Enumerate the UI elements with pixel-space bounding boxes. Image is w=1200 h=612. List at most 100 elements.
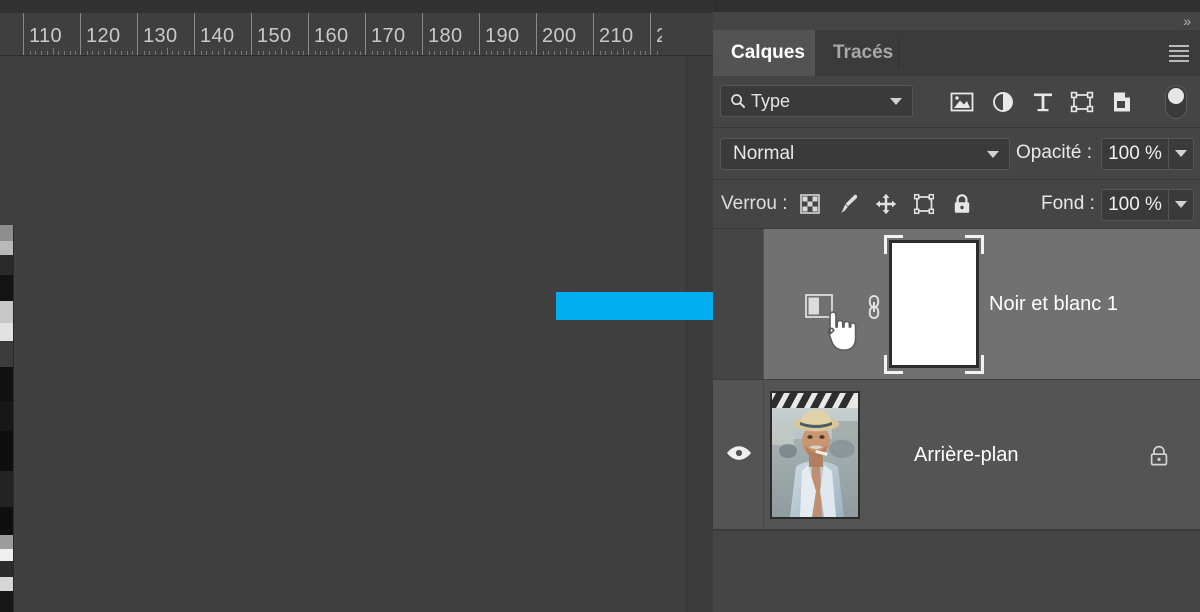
ruler-label: 210 — [599, 25, 634, 47]
image-band — [0, 241, 13, 255]
layer-visibility-target-icon[interactable] — [804, 292, 836, 320]
image-band — [0, 471, 13, 507]
layer-name: Noir et blanc 1 — [989, 293, 1118, 315]
opacity-stepper-button[interactable] — [1169, 138, 1194, 170]
ruler-minor-ticks — [366, 47, 422, 55]
lock-image-brush-icon[interactable] — [837, 192, 861, 216]
filter-type-icon[interactable] — [1030, 90, 1056, 114]
lock-transparency-icon[interactable] — [798, 192, 822, 216]
ruler-tail — [662, 13, 713, 56]
image-band — [0, 591, 13, 612]
image-band — [0, 275, 13, 301]
lock-artboard-nesting-icon[interactable] — [912, 192, 936, 216]
ruler-label: 190 — [485, 25, 520, 47]
image-band — [0, 401, 13, 431]
ruler-tick: 140 — [194, 13, 251, 55]
image-band — [0, 301, 13, 323]
tab-divider — [898, 38, 899, 68]
ruler-label: 140 — [200, 25, 235, 47]
chevron-down-icon — [890, 98, 902, 105]
image-band — [0, 367, 13, 401]
ruler-minor-ticks — [651, 47, 662, 55]
ruler-label: 160 — [314, 25, 349, 47]
blend-mode-row: Normal Opacité : 100 % — [713, 128, 1200, 180]
ruler-minor-ticks — [252, 47, 308, 55]
ruler-minor-ticks — [594, 47, 650, 55]
document-window: 110 120 130 140 150 160 170 180 190 200 210 22 — [0, 0, 713, 612]
lock-label: Verrou : — [721, 193, 788, 214]
layer-thumbnail[interactable] — [770, 391, 860, 519]
filter-enable-toggle[interactable] — [1165, 85, 1187, 119]
ruler-tick: 120 — [80, 13, 137, 55]
chevron-down-icon — [987, 151, 999, 158]
layers-panel: » Calques Tracés Type Normal Opacité: 1… — [713, 0, 1200, 612]
layer-name: Arrière-plan — [914, 444, 1019, 466]
layer-mask-thumbnail-wrapper — [881, 235, 987, 374]
lock-position-move-icon[interactable] — [874, 192, 898, 216]
ruler-tick: 130 — [137, 13, 194, 55]
image-band — [0, 225, 13, 241]
opacity-label: Opacité : — [1016, 142, 1093, 163]
panel-collapse-row: » — [713, 12, 1200, 30]
ruler-minor-ticks — [309, 47, 365, 55]
ruler-tick: 150 — [251, 13, 308, 55]
fill-input[interactable]: 100 % — [1101, 189, 1169, 221]
ruler-minor-ticks — [423, 47, 479, 55]
chevron-double-right-icon[interactable]: » — [1183, 12, 1191, 30]
ruler-label: 110 — [29, 25, 63, 47]
ruler-minor-ticks — [24, 47, 80, 55]
panel-menu-icon[interactable] — [1166, 43, 1192, 63]
chevron-down-icon — [1175, 201, 1187, 208]
selection-bracket-top-right — [965, 235, 984, 254]
tab-calques[interactable]: Calques — [713, 30, 823, 76]
opacity-input[interactable]: 100 % — [1101, 138, 1169, 170]
filter-type-value: Type — [751, 91, 791, 111]
canvas-area[interactable] — [0, 56, 685, 612]
panel-bottom-area — [713, 530, 1200, 612]
image-band — [0, 561, 13, 577]
ruler-tick: 170 — [365, 13, 422, 55]
table-row[interactable]: Noir et blanc 1 — [713, 229, 1200, 380]
selection-bracket-top-left — [884, 235, 903, 254]
filter-shape-icon[interactable] — [1069, 90, 1095, 114]
ruler-minor-ticks — [537, 47, 593, 55]
table-row[interactable]: Arrière-plan — [713, 380, 1200, 530]
image-band — [0, 577, 13, 591]
lock-row: Verrou : Fond: 100 % — [713, 180, 1200, 229]
selection-bracket-bottom-right — [965, 355, 984, 374]
padlock-icon[interactable] — [1146, 443, 1172, 469]
lock-all-padlock-icon[interactable] — [950, 192, 974, 216]
ruler-tick: 22 — [650, 13, 662, 55]
filter-type-dropdown[interactable]: Type — [720, 85, 913, 117]
image-band — [0, 341, 13, 367]
image-band — [0, 431, 13, 471]
chevron-down-icon — [1175, 150, 1187, 157]
toggle-knob — [1168, 88, 1184, 104]
ruler-label: 150 — [257, 25, 292, 47]
filter-adjustment-icon[interactable] — [990, 90, 1016, 114]
ruler-label: 170 — [371, 25, 406, 47]
opacity-value: 100 % — [1108, 143, 1162, 164]
visibility-column — [713, 229, 764, 379]
layer-filter-row: Type — [713, 76, 1200, 128]
ruler-tick: 110 — [23, 13, 80, 55]
fill-stepper-button[interactable] — [1169, 189, 1194, 221]
filter-smartobject-icon[interactable] — [1109, 90, 1135, 114]
image-band — [0, 323, 13, 341]
image-band — [0, 255, 13, 275]
panel-tab-strip: Calques Tracés — [713, 30, 1200, 76]
eye-icon[interactable] — [725, 443, 753, 463]
blend-mode-dropdown[interactable]: Normal — [720, 138, 1010, 170]
tab-traces[interactable]: Tracés — [815, 30, 912, 76]
image-band — [0, 549, 13, 561]
ruler-label: 180 — [428, 25, 463, 47]
horizontal-ruler[interactable]: 110 120 130 140 150 160 170 180 190 200 210 22 — [0, 13, 662, 56]
filter-pixel-icon[interactable] — [949, 90, 975, 114]
fill-label: Fond : — [1041, 193, 1095, 214]
layer-list: Noir et blanc 1 Arrière-plan — [713, 229, 1200, 530]
layer-mask-thumbnail[interactable] — [889, 240, 979, 368]
ruler-tick: 200 — [536, 13, 593, 55]
image-band — [0, 507, 13, 535]
ruler-tick: 180 — [422, 13, 479, 55]
fill-value: 100 % — [1108, 194, 1162, 215]
